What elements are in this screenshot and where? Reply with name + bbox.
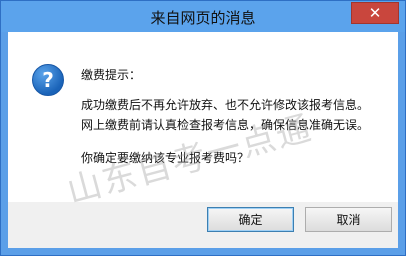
title-bar[interactable]: 来自网页的消息 ✕ xyxy=(1,1,405,32)
question-icon: ? xyxy=(32,64,64,96)
window-title: 来自网页的消息 xyxy=(150,9,256,27)
message-area: ? 缴费提示： 成功缴费后不再允许放弃、也不允许修改该报考信息。 网上缴费前请认… xyxy=(8,32,398,212)
message-heading: 缴费提示： xyxy=(81,68,142,82)
close-button[interactable]: ✕ xyxy=(351,2,399,24)
close-icon: ✕ xyxy=(368,3,382,22)
dialog-client-area: ? 缴费提示： 成功缴费后不再允许放弃、也不允许修改该报考信息。 网上缴费前请认… xyxy=(8,32,398,248)
cancel-button[interactable]: 取消 xyxy=(305,207,392,232)
dialog-window: 来自网页的消息 ✕ ? 缴费提示： 成功缴费后不再允许放弃、也不允许修改该报考信… xyxy=(0,0,406,256)
ok-button[interactable]: 确定 xyxy=(207,207,294,232)
message-line-1: 成功缴费后不再允许放弃、也不允许修改该报考信息。 xyxy=(81,98,370,112)
